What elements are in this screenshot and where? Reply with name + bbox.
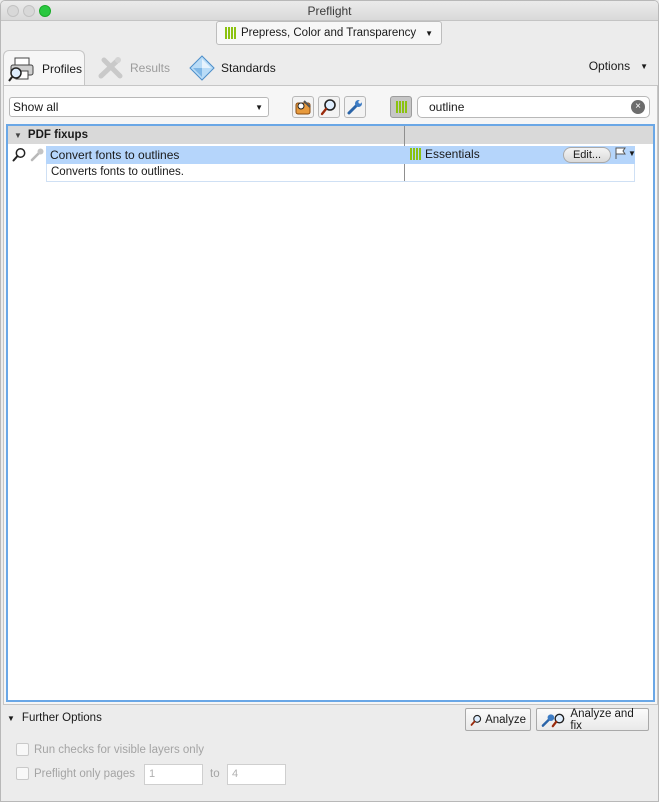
printer-magnifier-icon — [8, 57, 34, 82]
results-wrench-icon — [98, 57, 123, 79]
row-icons — [12, 147, 45, 162]
window-title: Preflight — [307, 4, 352, 18]
profiles-panel: Show all ▼ outline × ▼ PDF fixups Conver… — [3, 85, 658, 705]
fixup-description: Converts fonts to outlines. — [46, 164, 635, 182]
title-bar: Preflight — [1, 1, 658, 21]
chevron-down-icon: ▼ — [640, 61, 648, 71]
to-page-field[interactable]: 4 — [227, 764, 286, 785]
preflight-window: Preflight Prepress, Color and Transparen… — [0, 0, 659, 802]
group-header[interactable]: ▼ PDF fixups — [8, 126, 653, 144]
chevron-down-icon: ▼ — [255, 102, 263, 112]
tab-profiles[interactable]: Profiles — [3, 50, 85, 86]
essentials-library-icon — [224, 27, 236, 39]
flag-icon — [615, 147, 626, 159]
search-input[interactable]: outline × — [417, 96, 650, 118]
chevron-down-icon: ▼ — [425, 28, 434, 38]
essentials-library-icon — [410, 148, 421, 160]
tab-standards-label: Standards — [221, 61, 276, 75]
wrench-magnifier-icon — [541, 713, 565, 727]
visible-layers-option[interactable]: Run checks for visible layers only — [16, 743, 204, 756]
edit-button[interactable]: Edit... — [563, 147, 611, 163]
fixup-name: Convert fonts to outlines — [50, 148, 180, 162]
profile-library-dropdown[interactable]: Prepress, Color and Transparency ▼ — [216, 21, 442, 45]
standards-diamond-icon — [189, 55, 215, 81]
further-options-toggle[interactable]: ▼ Further Options — [7, 712, 102, 724]
analyze-label: Analyze — [485, 713, 526, 726]
to-label: to — [210, 768, 220, 780]
tab-results-label: Results — [130, 61, 171, 75]
magnifier-icon — [320, 99, 336, 116]
page-range-checkbox[interactable] — [16, 767, 29, 780]
library-cell: Essentials — [410, 147, 480, 161]
tab-bar: Profiles Results Standards Options ▼ — [1, 47, 658, 86]
group-title: PDF fixups — [27, 129, 88, 141]
flag-menu-button[interactable]: ▼ — [614, 147, 636, 160]
fixup-icon — [295, 100, 311, 115]
from-page-field[interactable]: 1 — [144, 764, 203, 785]
show-filter-dropdown[interactable]: Show all ▼ — [9, 97, 269, 117]
analyze-and-fix-label: Analyze and fix — [570, 707, 634, 732]
analyze-button[interactable]: Analyze — [465, 708, 531, 731]
clear-search-icon[interactable]: × — [631, 100, 645, 114]
page-range-label: Preflight only pages — [34, 767, 136, 780]
visible-layers-checkbox[interactable] — [16, 743, 29, 756]
wrench-icon — [347, 100, 362, 115]
search-value: outline — [429, 100, 465, 114]
options-menu[interactable]: Options ▼ — [589, 59, 648, 73]
magnifier-icon — [470, 714, 482, 726]
essentials-filter-button[interactable] — [390, 96, 412, 118]
library-name: Essentials — [425, 147, 480, 161]
fixups-filter-button[interactable] — [292, 96, 314, 118]
wrench-icon — [30, 148, 44, 162]
page-range-option[interactable]: Preflight only pages — [16, 767, 135, 780]
options-menu-label: Options — [588, 59, 631, 73]
tab-results[interactable]: Results — [98, 50, 170, 86]
tab-profiles-label: Profiles — [42, 61, 83, 76]
tab-standards[interactable]: Standards — [189, 50, 276, 86]
profile-list: ▼ PDF fixups Convert fonts to outlines E… — [6, 124, 655, 702]
show-filter-value: Show all — [13, 100, 59, 114]
list-item[interactable]: Convert fonts to outlines Essentials Edi… — [8, 146, 653, 164]
profile-library-label: Prepress, Color and Transparency — [240, 27, 417, 39]
checks-filter-button[interactable] — [318, 96, 340, 118]
disclosure-triangle-icon: ▼ — [7, 713, 15, 723]
fixups-only-button[interactable] — [344, 96, 366, 118]
further-options-label: Further Options — [21, 712, 102, 724]
essentials-library-icon — [395, 101, 407, 113]
visible-layers-label: Run checks for visible layers only — [34, 743, 205, 756]
magnifier-check-icon — [12, 148, 26, 162]
disclosure-triangle-icon[interactable]: ▼ — [14, 131, 22, 140]
analyze-and-fix-button[interactable]: Analyze and fix — [536, 707, 649, 732]
chevron-down-icon: ▼ — [628, 149, 636, 158]
